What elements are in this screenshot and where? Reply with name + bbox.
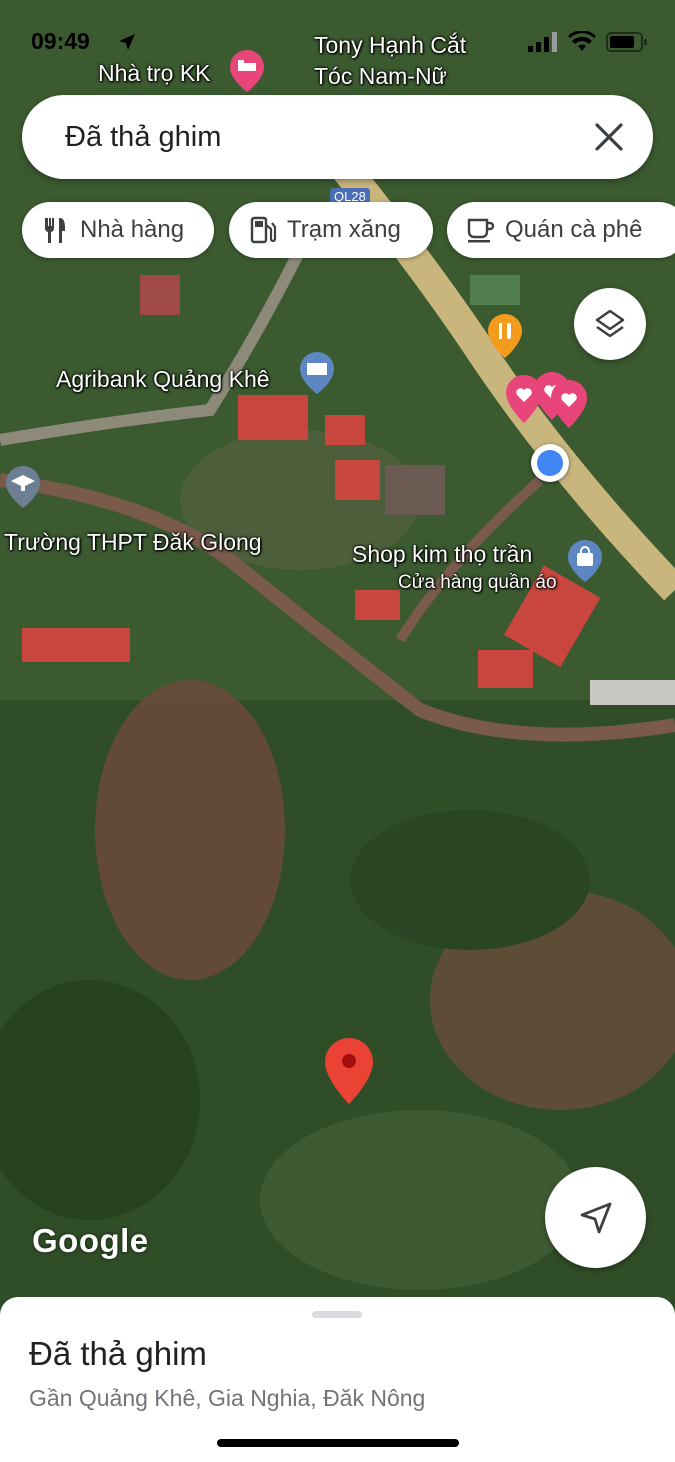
signal-icon <box>528 32 560 57</box>
hotel-icon[interactable] <box>230 50 264 97</box>
status-time: 09:49 <box>31 28 90 54</box>
chip-coffee[interactable]: Quán cà phê <box>447 202 675 258</box>
close-icon[interactable] <box>591 119 627 155</box>
coffee-icon <box>467 218 495 243</box>
search-bar[interactable]: Đã thả ghim <box>22 95 653 179</box>
chip-label: Trạm xăng <box>287 216 401 243</box>
sheet-drag-handle[interactable] <box>312 1311 362 1318</box>
chip-label: Nhà hàng <box>80 216 185 243</box>
search-text[interactable]: Đã thả ghim <box>65 121 221 154</box>
chip-label: Quán cà phê <box>505 216 643 243</box>
my-location-button[interactable] <box>545 1167 646 1268</box>
satellite-map[interactable]: Nhà trọ KK Tony Hạnh Cắt Tóc Nam-Nữ QL28… <box>0 0 675 1300</box>
location-arrow-icon <box>117 32 137 57</box>
restaurant-icon <box>44 218 65 243</box>
home-indicator[interactable] <box>217 1439 459 1447</box>
school-label[interactable]: Trường THPT Đăk Glong <box>4 529 262 556</box>
restaurant-pin-icon[interactable] <box>488 314 522 363</box>
shop-label[interactable]: Shop kim thọ trần <box>352 541 532 568</box>
google-attribution: Google <box>32 1222 149 1259</box>
place-title: Đã thả ghim <box>29 1335 207 1372</box>
gas-station-icon <box>250 216 277 244</box>
favorite-heart-icon[interactable] <box>551 380 587 433</box>
place-sheet[interactable]: Đã thả ghim Gần Quảng Khê, Gia Nghia, Đă… <box>0 1297 675 1462</box>
battery-icon <box>606 31 648 58</box>
place-address: Gần Quảng Khê, Gia Nghia, Đăk Nông <box>29 1385 426 1411</box>
navigation-arrow-icon <box>580 1202 611 1233</box>
wifi-icon <box>568 30 596 58</box>
shopping-bag-icon[interactable] <box>568 540 602 587</box>
salon-label-line1[interactable]: Tony Hạnh Cắt <box>314 32 466 59</box>
bank-label[interactable]: Agribank Quảng Khê <box>56 366 270 393</box>
layers-button[interactable] <box>574 288 646 360</box>
bank-icon[interactable] <box>300 352 334 399</box>
chip-restaurants[interactable]: Nhà hàng <box>22 202 214 258</box>
shop-category-label: Cửa hàng quần áo <box>398 572 557 593</box>
school-icon[interactable] <box>6 466 40 513</box>
chip-gas-stations[interactable]: Trạm xăng <box>229 202 433 258</box>
salon-label-line2[interactable]: Tóc Nam-Nữ <box>314 63 447 90</box>
current-location-dot <box>531 444 569 482</box>
hotel-label[interactable]: Nhà trọ KK <box>98 60 211 87</box>
dropped-pin-icon[interactable] <box>325 1038 373 1109</box>
layers-icon <box>595 309 625 338</box>
